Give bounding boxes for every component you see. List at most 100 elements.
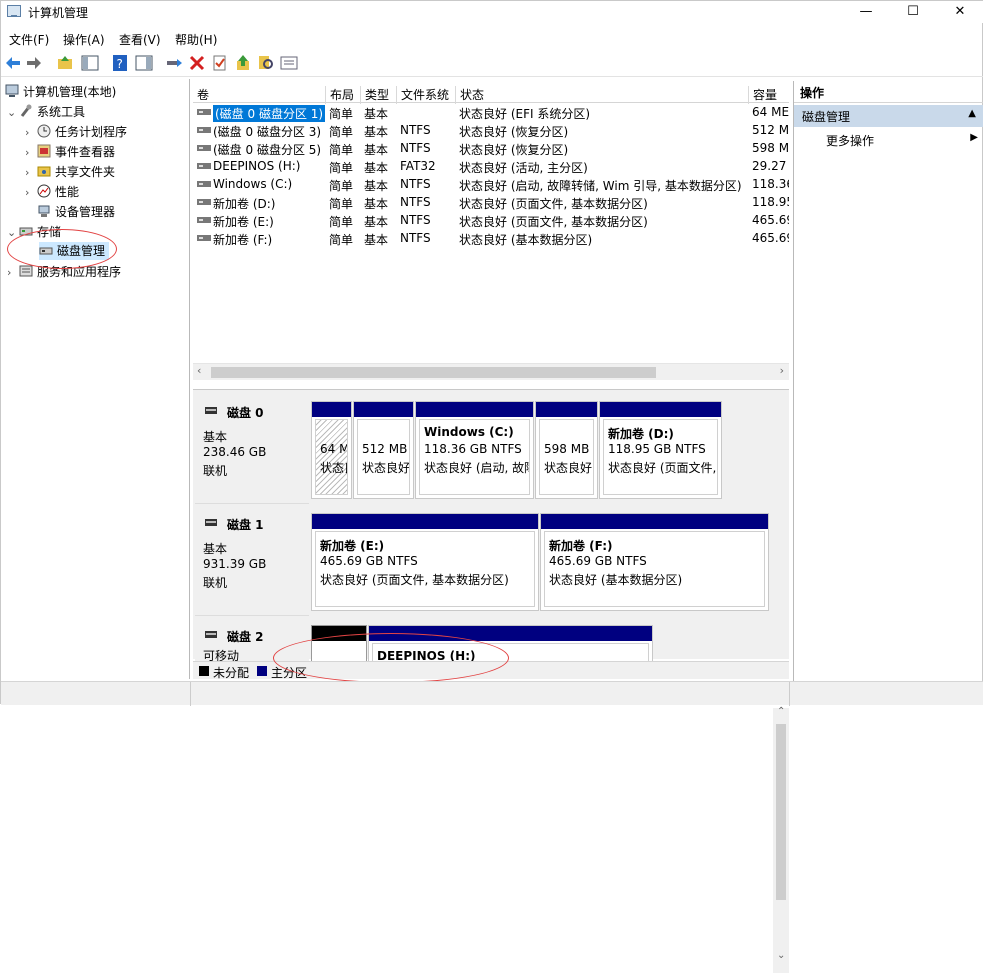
partition-status: 状态良好 (启动, 故障 bbox=[424, 461, 530, 475]
actions-section-disk-management[interactable]: 磁盘管理 ▲ bbox=[794, 105, 983, 127]
volume-row[interactable]: 新加卷 (F:) 简单基本 NTFS 状态良好 (基本数据分区) 465.69 bbox=[193, 229, 789, 247]
disk1-label[interactable]: 磁盘 1 基本 931.39 GB 联机 bbox=[195, 508, 309, 616]
scroll-right-icon[interactable]: › bbox=[780, 364, 784, 377]
tree-task-scheduler-label: 任务计划程序 bbox=[55, 125, 128, 139]
export-icon[interactable] bbox=[234, 54, 252, 72]
properties-icon[interactable] bbox=[211, 54, 229, 72]
volume-layout: 简单 bbox=[329, 161, 354, 175]
connect-icon[interactable] bbox=[165, 54, 183, 72]
horizontal-scrollbar[interactable]: ‹ › bbox=[193, 363, 789, 380]
tree-performance[interactable]: › 性能 bbox=[25, 183, 79, 201]
menu-action[interactable]: 操作(A) bbox=[63, 31, 105, 48]
volume-row[interactable]: (磁盘 0 磁盘分区 5) 简单 基本 NTFS 状态良好 (恢复分区) 598 M bbox=[193, 139, 789, 157]
maximize-button[interactable]: ☐ bbox=[890, 1, 936, 23]
chevron-down-icon[interactable]: ⌄ bbox=[7, 106, 19, 119]
search-icon[interactable] bbox=[257, 54, 275, 72]
menu-help[interactable]: 帮助(H) bbox=[175, 31, 217, 48]
disk1-name: 磁盘 1 bbox=[227, 518, 264, 532]
volume-row[interactable]: 新加卷 (D:) 简单 基本 NTFS 状态良好 (页面文件, 基本数据分区) 118.9… bbox=[193, 193, 789, 211]
partition-title: 新加卷 (F:) bbox=[549, 539, 613, 553]
volume-icon bbox=[197, 217, 211, 223]
volume-type: 基本 bbox=[364, 215, 389, 229]
volume-cap: 64 ME bbox=[752, 105, 789, 119]
volume-status: 状态良好 (页面文件, 基本数据分区) bbox=[459, 197, 648, 211]
actions-section-label: 磁盘管理 bbox=[802, 110, 851, 124]
action-pane-icon[interactable] bbox=[135, 54, 153, 72]
scroll-down-icon[interactable]: ⌄ bbox=[777, 950, 785, 961]
menu-file[interactable]: 文件(F) bbox=[9, 31, 49, 48]
tree-performance-label: 性能 bbox=[55, 185, 80, 199]
forward-arrow-icon[interactable] bbox=[25, 54, 43, 72]
volume-icon bbox=[197, 145, 211, 151]
close-button[interactable]: ✕ bbox=[937, 1, 983, 23]
tree-system-tools[interactable]: ⌄ 系统工具 bbox=[7, 103, 85, 121]
volume-row[interactable]: Windows (C:) 简单 基本 NTFS 状态良好 (启动, 故障转储, Wim … bbox=[193, 175, 789, 193]
col-type[interactable]: 类型 bbox=[360, 86, 389, 104]
volume-layout: 简单 bbox=[329, 215, 354, 229]
graph-scroll-thumb[interactable] bbox=[776, 724, 786, 900]
more-actions-item[interactable]: 更多操作 ▶ bbox=[794, 130, 983, 150]
status-bar bbox=[1, 681, 983, 706]
volume-row[interactable]: (磁盘 0 磁盘分区 1) 简单 基本 状态良好 (EFI 系统分区) 64 ME bbox=[193, 103, 789, 122]
computer-management-window: 计算机管理 — ☐ ✕ 文件(F) 操作(A) 查看(V) 帮助(H) ? 计算… bbox=[0, 0, 983, 973]
clock-icon bbox=[37, 124, 51, 138]
col-layout[interactable]: 布局 bbox=[325, 86, 354, 104]
actions-pane: 操作 磁盘管理 ▲ 更多操作 ▶ bbox=[793, 81, 983, 681]
volume-row[interactable]: 新加卷 (E:) 简单 基本 NTFS 状态良好 (页面文件, 基本数据分区) 465.6… bbox=[193, 211, 789, 229]
primary-bar bbox=[600, 402, 721, 417]
disk0-partition[interactable]: 新加卷 (D:) 118.95 GB NTFS 状态良好 (页面文件, bbox=[599, 401, 722, 499]
disk-graph-view: 磁盘 0 基本 238.46 GB 联机 64 M 状态良 512 MB 状态良好 Wi… bbox=[193, 389, 789, 973]
graph-vertical-scrollbar[interactable]: ⌃ ⌄ bbox=[773, 706, 789, 973]
volume-status: 状态良好 (恢复分区) bbox=[459, 125, 569, 139]
back-arrow-icon[interactable] bbox=[4, 54, 22, 72]
disk0-partition[interactable]: 598 MB 状态良好 bbox=[535, 401, 598, 499]
volume-name: 新加卷 (D:) bbox=[213, 197, 276, 211]
tree-shared-folders[interactable]: › 共享文件夹 bbox=[25, 163, 115, 181]
disk1-partition[interactable]: 新加卷 (F:) 465.69 GB NTFS 状态良好 (基本数据分区) bbox=[540, 513, 769, 611]
volume-icon bbox=[197, 109, 211, 115]
volume-row[interactable]: (磁盘 0 磁盘分区 3) 简单 基本 NTFS 状态良好 (恢复分区) 512 M bbox=[193, 121, 789, 139]
tree-device-manager[interactable]: 设备管理器 bbox=[37, 203, 115, 221]
col-status[interactable]: 状态 bbox=[455, 86, 484, 104]
col-volume[interactable]: 卷 bbox=[193, 86, 209, 104]
chevron-right-icon[interactable]: › bbox=[25, 126, 37, 139]
chevron-right-icon[interactable]: › bbox=[25, 146, 37, 159]
delete-icon[interactable] bbox=[188, 54, 206, 72]
chevron-right-icon[interactable]: › bbox=[7, 266, 19, 279]
partition-status: 状态良好 bbox=[544, 461, 593, 475]
scroll-left-icon[interactable]: ‹ bbox=[197, 364, 201, 377]
chevron-right-icon[interactable]: › bbox=[25, 186, 37, 199]
minimize-button[interactable]: — bbox=[843, 1, 889, 23]
partition-title bbox=[362, 425, 405, 442]
scroll-up-icon[interactable]: ⌃ bbox=[777, 706, 785, 717]
help-icon[interactable]: ? bbox=[111, 54, 129, 72]
view-icon[interactable] bbox=[280, 54, 298, 72]
collapse-up-icon[interactable]: ▲ bbox=[968, 108, 976, 119]
volume-fs: NTFS bbox=[400, 123, 431, 137]
disk0-partition[interactable]: 64 M 状态良 bbox=[311, 401, 352, 499]
disk0-partition[interactable]: Windows (C:) 118.36 GB NTFS 状态良好 (启动, 故障 bbox=[415, 401, 534, 499]
col-capacity[interactable]: 容量 bbox=[748, 86, 777, 104]
menu-view[interactable]: 查看(V) bbox=[119, 31, 161, 48]
menu-bar: 文件(F) 操作(A) 查看(V) 帮助(H) bbox=[1, 27, 983, 49]
col-filesystem[interactable]: 文件系统 bbox=[396, 86, 449, 104]
disk0-label[interactable]: 磁盘 0 基本 238.46 GB 联机 bbox=[195, 396, 309, 504]
up-folder-icon[interactable] bbox=[56, 54, 74, 72]
disk1-partition[interactable]: 新加卷 (E:) 465.69 GB NTFS 状态良好 (页面文件, 基本数据分区… bbox=[311, 513, 539, 611]
volume-name: (磁盘 0 磁盘分区 5) bbox=[213, 143, 322, 157]
volume-row[interactable]: DEEPINOS (H:) 简单 基本 FAT32 状态良好 (活动, 主分区) 29.2… bbox=[193, 157, 789, 175]
tree-root[interactable]: 计算机管理(本地) bbox=[5, 83, 116, 101]
partition-size: 598 MB bbox=[544, 442, 590, 456]
disk0-partition[interactable]: 512 MB 状态良好 bbox=[353, 401, 414, 499]
primary-bar bbox=[312, 402, 351, 417]
tree-task-scheduler[interactable]: › 任务计划程序 bbox=[25, 123, 127, 141]
scroll-thumb[interactable] bbox=[211, 367, 656, 378]
primary-bar bbox=[416, 402, 533, 417]
volume-cap: 29.27 bbox=[752, 159, 787, 173]
chevron-right-icon[interactable]: › bbox=[25, 166, 37, 179]
show-hide-tree-icon[interactable] bbox=[81, 54, 99, 72]
tree-device-manager-label: 设备管理器 bbox=[55, 205, 116, 219]
tree-event-viewer[interactable]: › 事件查看器 bbox=[25, 143, 115, 161]
volume-name: 新加卷 (F:) bbox=[213, 233, 273, 247]
shared-folder-icon bbox=[37, 166, 51, 177]
